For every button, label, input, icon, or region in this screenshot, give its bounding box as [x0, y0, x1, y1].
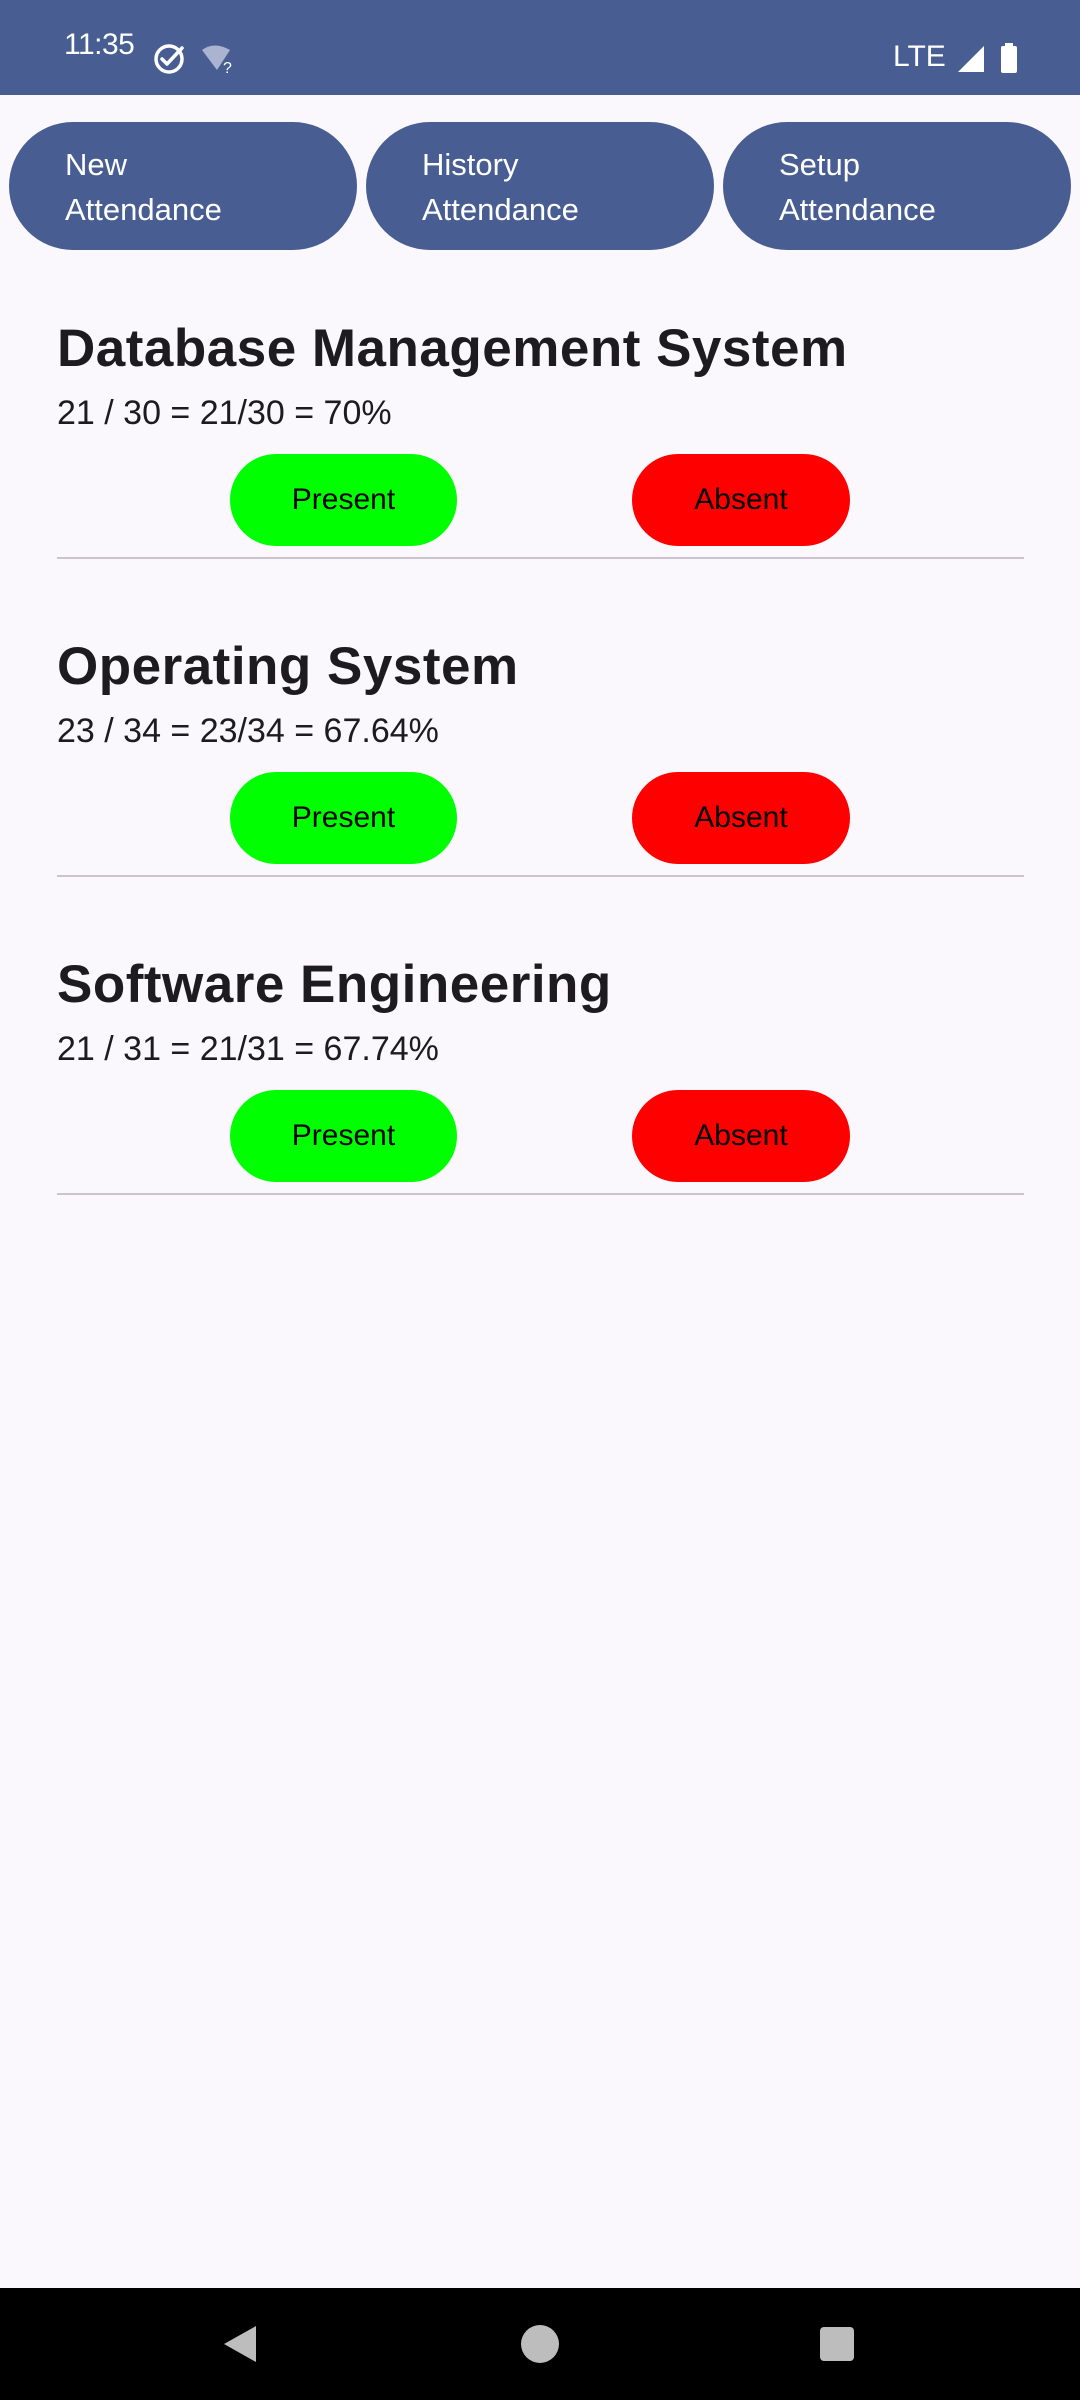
recents-icon[interactable] — [819, 2326, 855, 2367]
new-attendance-button[interactable]: New Attendance — [9, 122, 357, 250]
absent-button[interactable]: Absent — [632, 454, 850, 546]
absent-button[interactable]: Absent — [632, 1090, 850, 1182]
divider — [57, 875, 1024, 877]
history-attendance-button[interactable]: History Attendance — [366, 122, 714, 250]
check-circle-icon — [152, 42, 186, 81]
present-button[interactable]: Present — [230, 772, 457, 864]
wifi-unknown-icon: ? — [200, 44, 236, 79]
subject-name: Software Engineering — [57, 955, 612, 1014]
subject-attendance-stats: 21 / 30 = 21/30 = 70% — [57, 394, 392, 432]
subject-attendance-stats: 23 / 34 = 23/34 = 67.64% — [57, 712, 439, 750]
divider — [57, 1193, 1024, 1195]
absent-button[interactable]: Absent — [632, 772, 850, 864]
present-button[interactable]: Present — [230, 1090, 457, 1182]
setup-attendance-button[interactable]: Setup Attendance — [723, 122, 1071, 250]
subject-attendance-stats: 21 / 31 = 21/31 = 67.74% — [57, 1030, 439, 1068]
present-button[interactable]: Present — [230, 454, 457, 546]
divider — [57, 557, 1024, 559]
battery-icon — [1000, 43, 1018, 78]
system-navigation-bar — [0, 2288, 1080, 2400]
status-bar: 11:35 ? LTE — [0, 0, 1080, 95]
subject-item: Software Engineering 21 / 31 = 21/31 = 6… — [0, 954, 1080, 1214]
network-type: LTE — [893, 40, 946, 73]
signal-icon — [956, 44, 986, 79]
subject-name: Database Management System — [57, 319, 848, 378]
back-icon[interactable] — [220, 2324, 260, 2369]
status-time: 11:35 — [64, 28, 135, 61]
home-icon[interactable] — [520, 2324, 560, 2369]
svg-text:?: ? — [223, 60, 232, 74]
subject-item: Database Management System 21 / 30 = 21/… — [0, 318, 1080, 578]
subject-item: Operating System 23 / 34 = 23/34 = 67.64… — [0, 636, 1080, 896]
attendance-nav: New Attendance History Attendance Setup … — [0, 122, 1080, 250]
subject-name: Operating System — [57, 637, 519, 696]
